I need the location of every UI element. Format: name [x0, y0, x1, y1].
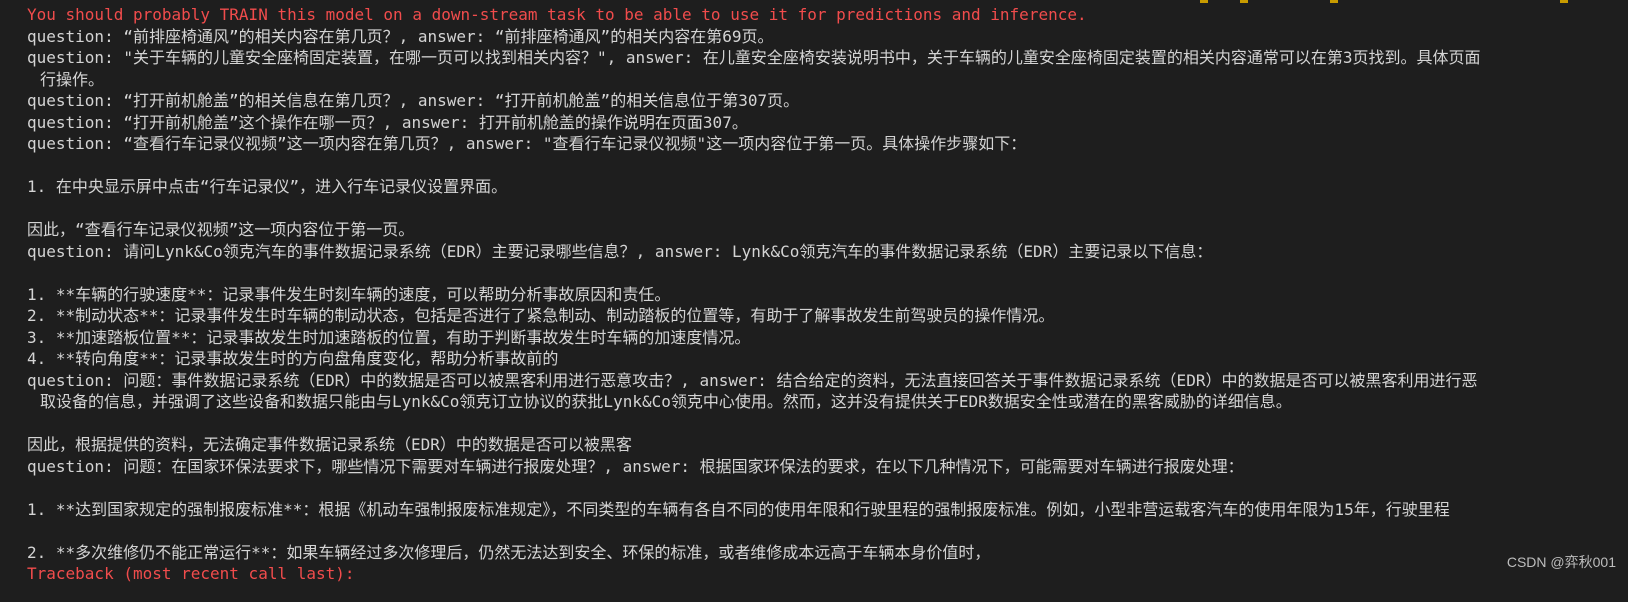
terminal-line: question: “前排座椅通风”的相关内容在第几页？, answer: “前… [27, 26, 774, 46]
terminal-line: 3. **加速踏板位置**：记录事故发生时加速踏板的位置，有助于判断事故发生时车… [27, 327, 751, 347]
terminal-line: 取设备的信息，并强调了这些设备和数据只能由与Lynk&Co领克订立协议的获批Ly… [40, 392, 1292, 411]
terminal-line: 因此，根据提供的资料，无法确定事件数据记录系统（EDR）中的数据是否可以被黑客 [27, 435, 632, 454]
terminal-line: question: “打开前机舱盖”这个操作在哪一页？, answer: 打开前… [27, 112, 748, 132]
marker-tick [1330, 0, 1338, 3]
terminal-line: 4. **转向角度**：记录事故发生时的方向盘角度变化，帮助分析事故前的 [27, 349, 559, 368]
terminal-line: 1. **车辆的行驶速度**：记录事件发生时刻车辆的速度，可以帮助分析事故原因和… [27, 284, 671, 304]
terminal-line: 因此，“查看行车记录仪视频”这一项内容位于第一页。 [27, 220, 415, 239]
watermark: CSDN @弈秋001 [1506, 554, 1616, 570]
terminal-line: question: 问题：事件数据记录系统（EDR）中的数据是否可以被黑客利用进… [27, 370, 1478, 390]
terminal-line: 2. **多次维修仍不能正常运行**：如果车辆经过多次修理后，仍然无法达到安全、… [27, 542, 991, 562]
terminal-line: 2. **制动状态**：记录事件发生时车辆的制动状态，包括是否进行了紧急制动、制… [27, 306, 1055, 325]
marker-tick [1200, 0, 1208, 3]
marker-tick [1560, 0, 1568, 3]
terminal-line: question: "关于车辆的儿童安全座椅固定装置，在哪一页可以找到相关内容？… [27, 48, 1481, 67]
terminal-line: You should probably TRAIN this model on … [27, 5, 1087, 24]
terminal-line: question: “查看行车记录仪视频”这一项内容在第几页？, answer:… [27, 134, 1027, 153]
terminal-output: You should probably TRAIN this model on … [0, 0, 1628, 602]
terminal-line: Traceback (most recent call last): [27, 564, 355, 583]
terminal-line: 行操作。 [40, 69, 105, 89]
marker-tick [1240, 0, 1248, 3]
terminal-line: question: “打开前机舱盖”的相关信息在第几页？, answer: “打… [27, 91, 800, 110]
terminal-line: 1. **达到国家规定的强制报废标准**：根据《机动车强制报废标准规定》，不同类… [27, 499, 1450, 519]
terminal-line: question: 请问Lynk&Co领克汽车的事件数据记录系统（EDR）主要记… [27, 241, 1213, 261]
terminal-line: 1. 在中央显示屏中点击“行车记录仪”，进入行车记录仪设置界面。 [27, 177, 508, 196]
terminal-line: question: 问题：在国家环保法要求下，哪些情况下需要对车辆进行报废处理？… [27, 456, 1244, 476]
